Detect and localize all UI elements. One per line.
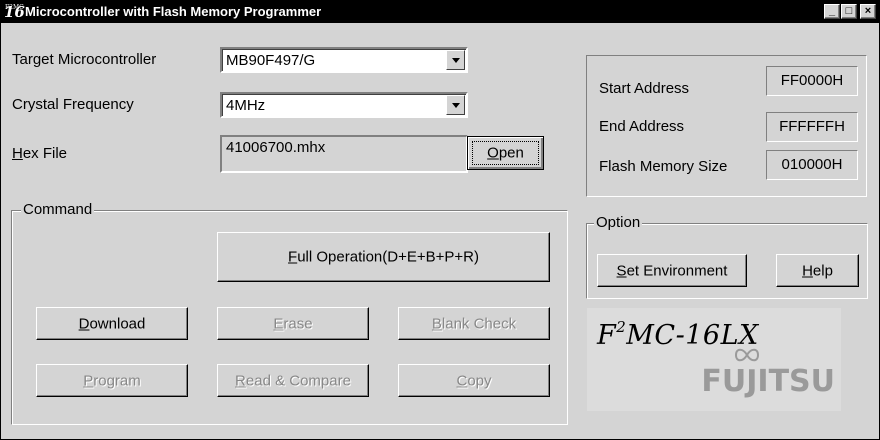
crystal-frequency-label: Crystal Frequency xyxy=(12,96,134,113)
fujitsu-infinity-icon xyxy=(734,348,760,362)
minimize-icon: _ xyxy=(828,5,836,17)
flash-memory-size-label: Flash Memory Size xyxy=(599,158,728,175)
hex-file-label: Hex File xyxy=(12,145,67,162)
minimize-button[interactable]: _ xyxy=(824,4,840,19)
dropdown-arrow-icon[interactable] xyxy=(446,95,465,115)
program-label: Program xyxy=(83,372,141,389)
program-button[interactable]: Program xyxy=(36,364,188,397)
flash-memory-size-value: 010000H xyxy=(766,150,858,180)
window-title: Microcontroller with Flash Memory Progra… xyxy=(25,4,322,19)
close-button[interactable]: × xyxy=(860,4,876,19)
open-button[interactable]: Open xyxy=(467,136,544,170)
start-address-value: FF0000H xyxy=(766,66,858,96)
maximize-button[interactable]: □ xyxy=(841,4,857,19)
product-logo-panel: F2MC-16LX FUJITSU xyxy=(587,308,841,411)
read-compare-button[interactable]: Read & Compare xyxy=(217,364,369,397)
erase-label: Erase xyxy=(273,315,313,332)
hex-file-label-text: ex File xyxy=(22,145,68,162)
hex-file-value: 41006700.mhx xyxy=(226,139,326,156)
option-group-title: Option xyxy=(594,214,643,231)
open-button-label: Open xyxy=(487,144,524,162)
hex-file-mnemonic: H xyxy=(12,145,23,162)
target-microcontroller-value: MB90F497/G xyxy=(226,52,316,69)
close-icon: × xyxy=(864,5,872,17)
download-label: Download xyxy=(78,315,146,332)
hex-file-field[interactable]: 41006700.mhx xyxy=(220,135,468,173)
copy-button[interactable]: Copy xyxy=(398,364,550,397)
copy-label: Copy xyxy=(456,372,492,389)
fujitsu-brand: FUJITSU xyxy=(701,364,835,399)
target-microcontroller-select[interactable]: MB90F497/G xyxy=(220,47,468,73)
programmer-window: F2MC 16 Microcontroller with Flash Memor… xyxy=(0,0,880,440)
crystal-frequency-value: 4MHz xyxy=(226,97,266,114)
dropdown-arrow-icon[interactable] xyxy=(446,50,465,70)
help-label: Help xyxy=(802,262,833,279)
end-address-value: FFFFFFH xyxy=(766,112,858,142)
set-environment-label: Set Environment xyxy=(616,262,728,279)
app-icon[interactable]: F2MC 16 xyxy=(4,2,25,21)
crystal-frequency-select[interactable]: 4MHz xyxy=(220,92,468,118)
help-button[interactable]: Help xyxy=(776,254,859,287)
full-operation-label: Full Operation(D+E+B+P+R) xyxy=(288,248,479,266)
blank-check-button[interactable]: Blank Check xyxy=(398,307,550,340)
full-operation-button[interactable]: Full Operation(D+E+B+P+R) xyxy=(217,232,550,282)
command-group-title: Command xyxy=(21,201,95,218)
erase-button[interactable]: Erase xyxy=(217,307,369,340)
end-address-label: End Address xyxy=(599,118,685,135)
start-address-label: Start Address xyxy=(599,80,690,97)
set-environment-button[interactable]: Set Environment xyxy=(597,254,747,287)
app-icon-caption: F2MC xyxy=(5,4,24,11)
title-bar[interactable]: F2MC 16 Microcontroller with Flash Memor… xyxy=(1,1,879,23)
maximize-icon: □ xyxy=(845,5,853,17)
read-compare-label: Read & Compare xyxy=(235,372,351,389)
download-button[interactable]: Download xyxy=(36,307,188,340)
blank-check-label: Blank Check xyxy=(431,315,517,332)
target-microcontroller-label: Target Microcontroller xyxy=(12,51,157,68)
